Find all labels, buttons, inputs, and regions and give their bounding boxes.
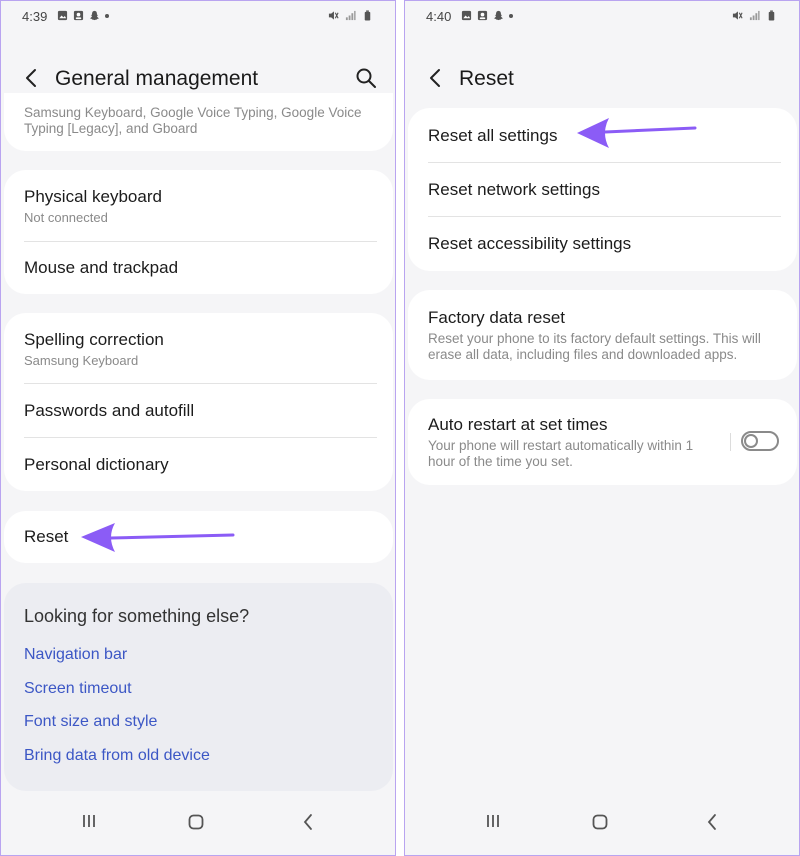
reset-options-card: Reset all settings Reset network setting… (408, 108, 797, 271)
app-bar: General management (1, 61, 395, 97)
keyboard-list-subtitle: Samsung Keyboard, Google Voice Typing, G… (24, 105, 362, 136)
factory-reset-item[interactable]: Factory data reset Reset your phone to i… (428, 308, 781, 363)
reset-card[interactable]: Reset (4, 511, 393, 563)
mouse-trackpad-item[interactable]: Mouse and trackpad (24, 258, 377, 278)
physical-keyboard-subtitle: Not connected (24, 210, 108, 225)
gallery-icon (461, 10, 472, 21)
divider (24, 383, 377, 384)
status-bar: 4:40 (405, 7, 799, 27)
physical-keyboard-item[interactable]: Physical keyboard Not connected (24, 187, 377, 226)
recents-icon[interactable] (81, 813, 97, 829)
spelling-correction-item[interactable]: Spelling correction Samsung Keyboard (24, 330, 377, 369)
back-arrow-icon[interactable] (425, 67, 447, 89)
auto-restart-subtitle: Your phone will restart automatically wi… (428, 438, 694, 469)
nav-back-icon[interactable] (703, 813, 721, 831)
mute-icon (732, 11, 743, 20)
recents-icon[interactable] (485, 813, 501, 829)
link-navigation-bar[interactable]: Navigation bar (24, 646, 127, 664)
factory-reset-subtitle: Reset your phone to its factory default … (428, 331, 761, 362)
text-settings-card: Spelling correction Samsung Keyboard Pas… (4, 313, 393, 491)
mouse-trackpad-title: Mouse and trackpad (24, 258, 179, 277)
gallery-icon (57, 10, 68, 21)
passwords-autofill-title: Passwords and autofill (24, 401, 195, 420)
phone-screen-general-management: 4:39 General management Samsung Keyboard… (0, 0, 396, 856)
reset-all-settings-item[interactable]: Reset all settings (428, 126, 781, 146)
reset-title: Reset (24, 527, 69, 546)
divider (428, 162, 781, 163)
suggestions-heading: Looking for something else? (24, 606, 250, 626)
spelling-correction-title: Spelling correction (24, 330, 164, 349)
auto-restart-card[interactable]: Auto restart at set times Your phone wil… (408, 399, 797, 485)
status-time: 4:40 (426, 9, 452, 24)
home-icon[interactable] (591, 813, 609, 831)
back-arrow-icon[interactable] (21, 67, 43, 89)
page-title: General management (55, 67, 259, 90)
reset-accessibility-settings-title: Reset accessibility settings (428, 234, 632, 253)
personal-dictionary-title: Personal dictionary (24, 455, 169, 474)
link-bring-data[interactable]: Bring data from old device (24, 747, 210, 765)
reset-accessibility-settings-item[interactable]: Reset accessibility settings (428, 234, 781, 254)
reset-network-settings-item[interactable]: Reset network settings (428, 180, 781, 200)
spelling-correction-subtitle: Samsung Keyboard (24, 353, 139, 368)
suggestions-card: Looking for something else? Navigation b… (4, 583, 393, 791)
home-icon[interactable] (187, 813, 205, 831)
mute-icon (328, 11, 339, 20)
link-screen-timeout[interactable]: Screen timeout (24, 680, 132, 698)
snapchat-icon (493, 10, 504, 21)
physical-keyboard-title: Physical keyboard (24, 187, 162, 206)
search-icon[interactable] (355, 67, 377, 89)
signal-icon (749, 10, 760, 21)
navigation-bar (1, 809, 395, 855)
contacts-icon (73, 10, 84, 21)
passwords-autofill-item[interactable]: Passwords and autofill (24, 401, 377, 421)
notification-dot (105, 13, 109, 18)
divider (24, 241, 377, 242)
toggle-knob (744, 434, 758, 448)
phone-screen-reset: 4:40 Reset Reset all settings Reset netw… (404, 0, 800, 856)
contacts-icon (477, 10, 488, 21)
input-devices-card: Physical keyboard Not connected Mouse an… (4, 170, 393, 294)
factory-reset-title: Factory data reset (428, 308, 566, 327)
status-time: 4:39 (22, 9, 48, 24)
page-title: Reset (459, 67, 514, 90)
reset-network-settings-title: Reset network settings (428, 180, 600, 199)
factory-reset-card[interactable]: Factory data reset Reset your phone to i… (408, 290, 797, 380)
auto-restart-title: Auto restart at set times (428, 415, 608, 434)
link-font-size-style[interactable]: Font size and style (24, 713, 157, 731)
toggle-separator (730, 433, 731, 451)
signal-icon (345, 10, 356, 21)
navigation-bar (405, 809, 799, 855)
keyboard-settings-card-partial[interactable]: Samsung Keyboard, Google Voice Typing, G… (4, 93, 393, 151)
reset-item[interactable]: Reset (24, 527, 377, 547)
nav-back-icon[interactable] (299, 813, 317, 831)
auto-restart-item[interactable]: Auto restart at set times Your phone wil… (428, 415, 707, 470)
notification-dot (509, 13, 513, 18)
reset-all-settings-title: Reset all settings (428, 126, 558, 145)
divider (428, 216, 781, 217)
battery-icon (768, 10, 775, 21)
snapchat-icon (89, 10, 100, 21)
app-bar: Reset (405, 61, 799, 97)
battery-icon (364, 10, 371, 21)
personal-dictionary-item[interactable]: Personal dictionary (24, 455, 377, 475)
divider (24, 437, 377, 438)
auto-restart-toggle[interactable] (741, 431, 779, 451)
status-bar: 4:39 (1, 7, 395, 27)
